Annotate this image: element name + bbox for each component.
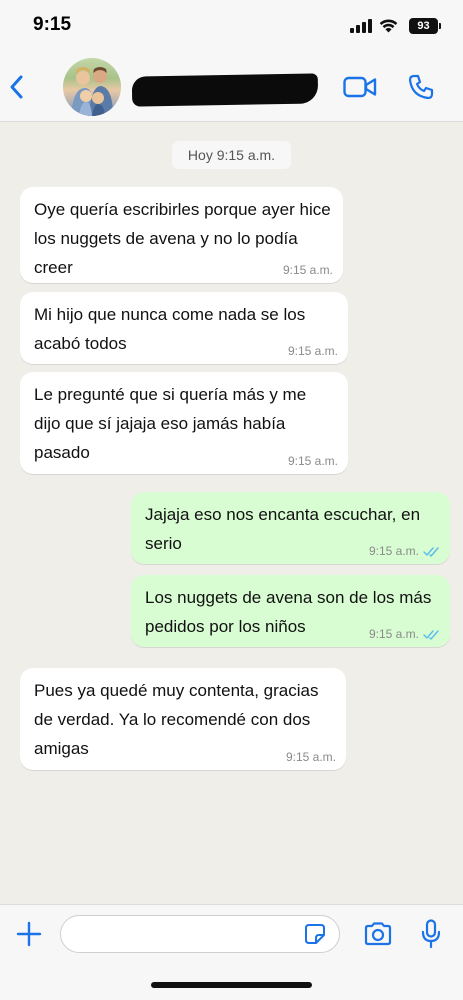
video-call-icon[interactable] <box>343 76 377 98</box>
timestamp-label: 9:15 a.m. <box>282 263 333 277</box>
message-timestamp: 9:15 a.m. <box>369 544 440 558</box>
timestamp-label: 9:15 a.m. <box>285 750 336 764</box>
battery-icon: 93 <box>409 18 441 34</box>
home-indicator <box>151 982 312 988</box>
timestamp-label: 9:15 a.m. <box>287 344 338 358</box>
message-timestamp: 9:15 a.m. <box>283 263 333 277</box>
message-timestamp: 9:15 a.m. <box>288 454 338 468</box>
message-input[interactable] <box>60 915 340 953</box>
message-timestamp: 9:15 a.m. <box>286 750 336 764</box>
message-bubble-incoming[interactable]: Mi hijo que nunca come nada se los acabó… <box>20 292 348 364</box>
microphone-icon[interactable] <box>421 919 441 949</box>
redacted-contact-name[interactable] <box>131 73 319 107</box>
phone-call-icon[interactable] <box>408 74 434 100</box>
double-check-icon <box>423 629 439 640</box>
timestamp-label: 9:15 a.m. <box>287 454 338 468</box>
signal-icon <box>350 19 372 33</box>
status-time: 9:15 <box>33 14 72 35</box>
status-bar: 9:15 93 <box>0 0 463 50</box>
message-bubble-incoming[interactable]: Le pregunté que si quería más y me dijo … <box>20 372 348 474</box>
message-bubble-incoming[interactable]: Pues ya quedé muy contenta, gracias de v… <box>20 668 346 770</box>
message-bubble-outgoing[interactable]: Los nuggets de avena son de los más pedi… <box>131 575 450 647</box>
family-photo-icon <box>71 67 113 116</box>
sticker-icon[interactable] <box>304 923 326 945</box>
wifi-icon <box>379 19 398 33</box>
timestamp-label: 9:15 a.m. <box>368 627 419 641</box>
camera-icon[interactable] <box>363 922 393 946</box>
chat-header <box>0 50 463 122</box>
plus-icon[interactable] <box>16 921 42 947</box>
date-chip: Hoy 9:15 a.m. <box>172 141 291 169</box>
message-bubble-incoming[interactable]: Oye quería escribirles porque ayer hice … <box>20 187 343 283</box>
message-timestamp: 9:15 a.m. <box>369 627 440 641</box>
message-timestamp: 9:15 a.m. <box>288 344 338 358</box>
message-bubble-outgoing[interactable]: Jajaja eso nos encanta escuchar, en seri… <box>131 492 450 564</box>
double-check-icon <box>423 546 439 557</box>
contact-avatar[interactable] <box>63 58 121 116</box>
back-chevron-icon[interactable] <box>6 72 28 102</box>
timestamp-label: 9:15 a.m. <box>368 544 419 558</box>
